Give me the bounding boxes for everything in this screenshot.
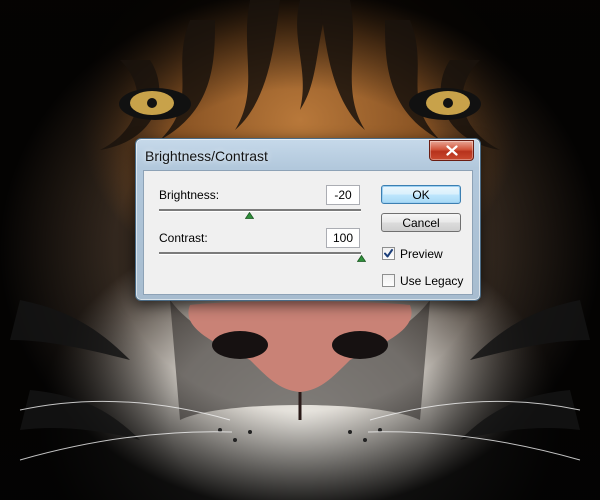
- brightness-value-input[interactable]: [326, 185, 360, 205]
- checkmark-icon: [384, 249, 393, 258]
- dialog-title: Brightness/Contrast: [145, 148, 268, 164]
- triangle-up-icon: [245, 212, 255, 219]
- preview-label: Preview: [400, 247, 443, 261]
- dialog-content: Brightness: Contrast: OK Cancel Preview: [143, 170, 473, 295]
- ok-button[interactable]: OK: [381, 185, 461, 204]
- brightness-slider-track[interactable]: [159, 209, 361, 212]
- brightness-contrast-dialog: Brightness/Contrast Brightness: Contrast…: [135, 138, 481, 301]
- use-legacy-checkbox[interactable]: [382, 274, 395, 287]
- contrast-slider-track[interactable]: [159, 252, 361, 255]
- brightness-slider-thumb[interactable]: [245, 212, 255, 219]
- close-button[interactable]: [429, 140, 474, 161]
- cancel-button[interactable]: Cancel: [381, 213, 461, 232]
- contrast-value-input[interactable]: [326, 228, 360, 248]
- contrast-slider-thumb[interactable]: [356, 255, 366, 262]
- use-legacy-label: Use Legacy: [400, 274, 464, 288]
- brightness-label: Brightness:: [159, 188, 220, 202]
- dialog-titlebar[interactable]: Brightness/Contrast: [136, 139, 480, 171]
- contrast-label: Contrast:: [159, 231, 208, 245]
- close-icon: [445, 145, 458, 156]
- preview-checkbox[interactable]: [382, 247, 395, 260]
- triangle-up-icon: [356, 255, 366, 262]
